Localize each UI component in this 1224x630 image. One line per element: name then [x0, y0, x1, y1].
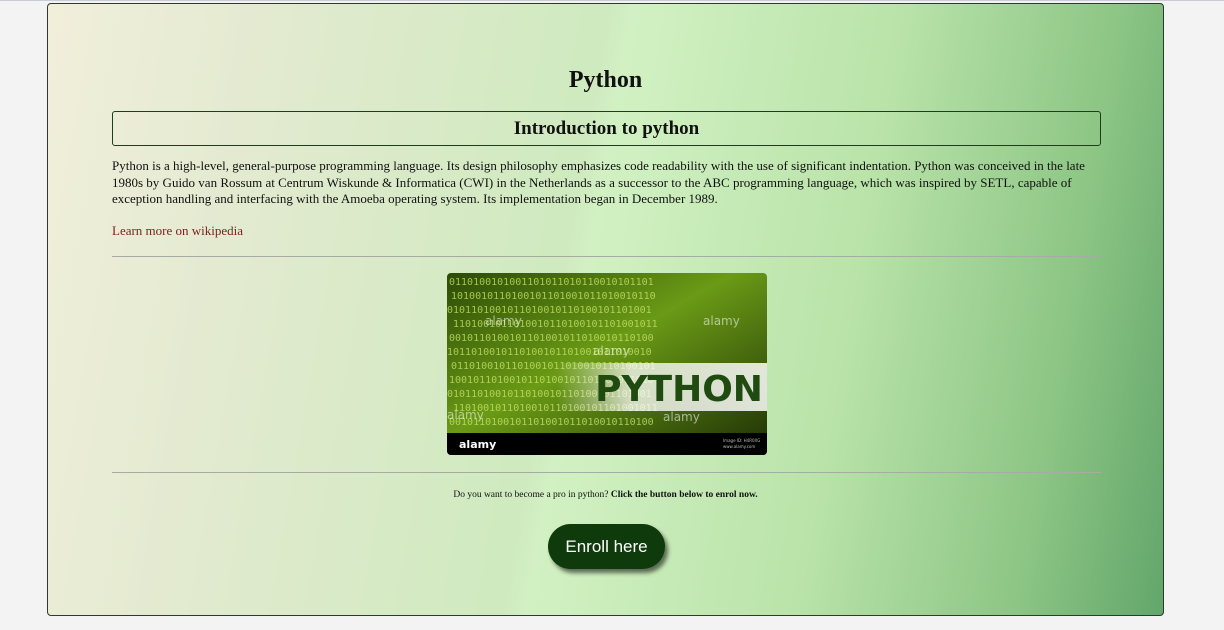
- divider-bottom: [112, 472, 1101, 473]
- svg-text:101001011010010110100101101001: 1010010110100101101001011010010110: [451, 291, 656, 302]
- divider-top: [112, 256, 1101, 257]
- enroll-button[interactable]: Enroll here: [548, 524, 665, 569]
- svg-text:alamy: alamy: [703, 314, 740, 328]
- python-banner-image: 0110100101001101011010110010101101 10100…: [447, 273, 767, 455]
- content-card: Python Introduction to python Python is …: [47, 3, 1164, 616]
- section-heading-box: Introduction to python: [112, 111, 1101, 146]
- section-heading: Introduction to python: [513, 117, 700, 139]
- svg-text:alamy: alamy: [447, 408, 484, 422]
- wikipedia-link[interactable]: Learn more on wikipedia: [112, 223, 243, 239]
- enrol-prompt: Do you want to become a pro in python? C…: [48, 490, 1163, 500]
- svg-text:001011010010110100101101001011: 0010110100101101001011010010110100: [449, 333, 654, 344]
- svg-text:www.alamy.com: www.alamy.com: [723, 444, 755, 449]
- enrol-question: Do you want to become a pro in python?: [453, 490, 609, 500]
- svg-text:Image ID: H4R0XG: Image ID: H4R0XG: [723, 438, 760, 443]
- enrol-cta: Click the button below to enrol now.: [610, 490, 758, 500]
- svg-text:010110100101101001011010010110: 0101101001011010010110100101101001: [447, 305, 652, 316]
- svg-text:011010010100110101101011001010: 0110100101001101011010110010101101: [449, 277, 654, 288]
- top-border-line: [0, 0, 1224, 1]
- svg-text:110100101101001011010010110100: 1101001011010010110100101101001011: [453, 319, 658, 330]
- svg-text:alamy: alamy: [459, 438, 496, 451]
- svg-text:alamy: alamy: [485, 314, 522, 328]
- page-title: Python: [568, 67, 643, 93]
- svg-text:PYTHON: PYTHON: [595, 369, 763, 410]
- intro-paragraph: Python is a high-level, general-purpose …: [112, 158, 1085, 206]
- svg-text:alamy: alamy: [593, 344, 630, 358]
- svg-text:alamy: alamy: [663, 410, 700, 424]
